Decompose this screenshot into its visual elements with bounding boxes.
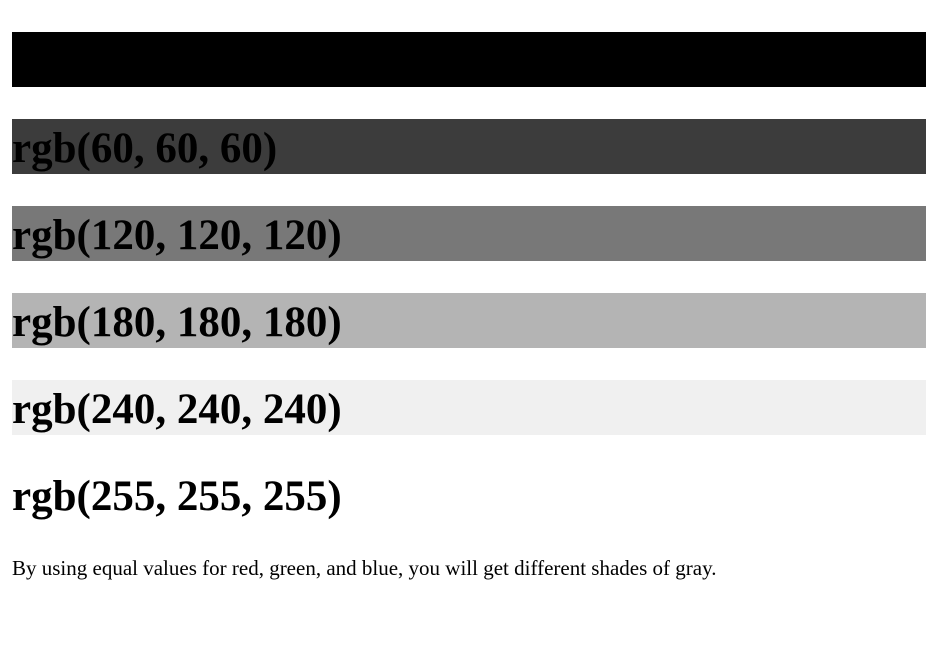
- gray-swatch-list: rgb(0, 0, 0) rgb(60, 60, 60) rgb(120, 12…: [12, 32, 926, 554]
- gray-swatch-60: rgb(60, 60, 60): [12, 119, 926, 174]
- gray-swatch-255: rgb(255, 255, 255): [12, 467, 926, 522]
- gray-shades-note: By using equal values for red, green, an…: [12, 556, 717, 580]
- gray-swatch-120: rgb(120, 120, 120): [12, 206, 926, 261]
- gray-swatch-180: rgb(180, 180, 180): [12, 293, 926, 348]
- gray-swatch-0: rgb(0, 0, 0): [12, 32, 926, 87]
- gray-swatch-240: rgb(240, 240, 240): [12, 380, 926, 435]
